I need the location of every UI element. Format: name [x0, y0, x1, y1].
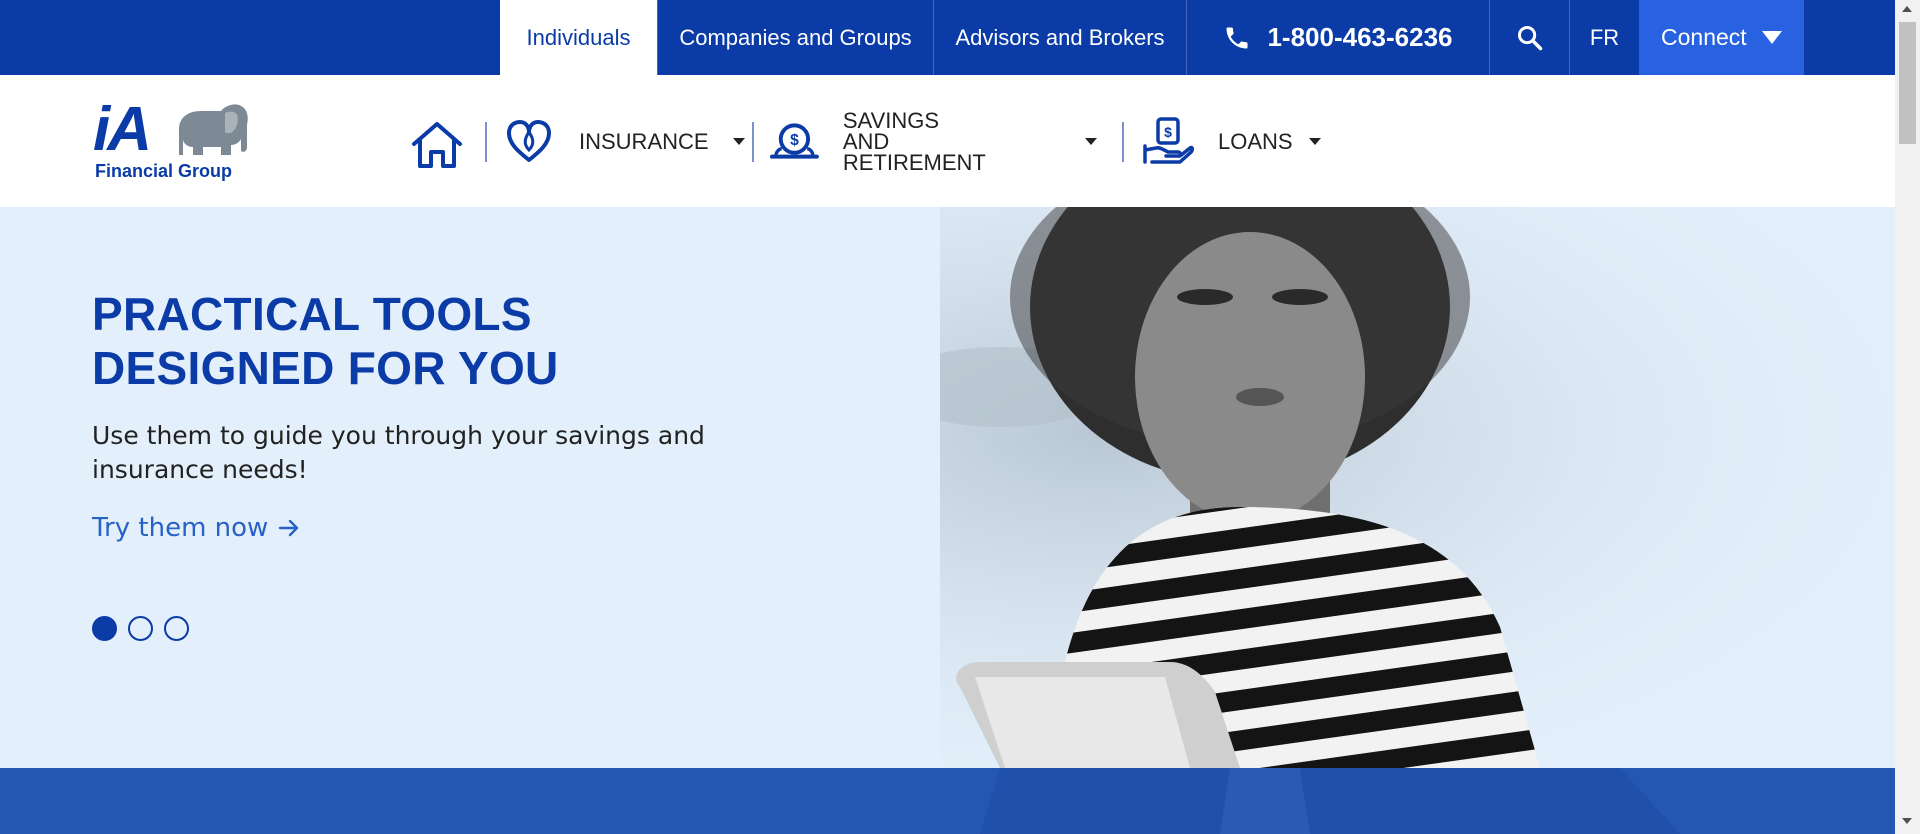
- nav-insurance-label: INSURANCE: [579, 128, 709, 154]
- nav-insurance[interactable]: INSURANCE: [505, 75, 745, 207]
- top-utility-bar: Individuals Companies and Groups Advisor…: [0, 0, 1895, 75]
- hand-money-icon: $: [1143, 117, 1194, 164]
- hero-subtitle: Use them to guide you through your savin…: [92, 421, 705, 484]
- phone-number: 1-800-463-6236: [1267, 22, 1453, 52]
- heart-icon: [507, 120, 551, 162]
- hero-link-label: Try them now: [92, 513, 269, 543]
- caret-down-icon: [1308, 137, 1321, 145]
- try-them-now-link[interactable]: Try them now: [92, 513, 300, 543]
- nav-savings-label: SAVINGS AND RETIREMENT: [842, 107, 987, 175]
- svg-text:$: $: [1164, 124, 1172, 140]
- hero-title: PRACTICAL TOOLS DESIGNED FOR YOU: [92, 287, 559, 395]
- nav-savings-label-line1: SAVINGS AND: [842, 107, 940, 154]
- scroll-down-arrow[interactable]: [1902, 818, 1912, 824]
- carousel-dot-1[interactable]: [92, 616, 117, 641]
- hero-photo: [940, 207, 1895, 768]
- nav-savings-label-line2: RETIREMENT: [842, 149, 986, 175]
- section-band: [0, 768, 1895, 834]
- home-icon: [412, 122, 462, 168]
- tab-companies-label: Companies and Groups: [679, 24, 912, 50]
- vertical-scrollbar[interactable]: [1895, 0, 1920, 834]
- search-button[interactable]: [1489, 0, 1569, 75]
- tab-companies-and-groups[interactable]: Companies and Groups: [657, 0, 933, 75]
- caret-down-icon: [1085, 137, 1097, 145]
- phone-icon: [1226, 27, 1248, 48]
- arrow-right-icon: [279, 519, 299, 537]
- language-label: FR: [1589, 24, 1620, 50]
- tab-advisors-label: Advisors and Brokers: [955, 24, 1165, 50]
- nav-divider: [752, 122, 754, 162]
- nav-savings-retirement[interactable]: $ SAVINGS AND RETIREMENT: [770, 75, 1097, 207]
- caret-down-icon: [732, 137, 745, 145]
- main-header: iA Financial Group INSURANCE $ SAVINGS A…: [0, 75, 1895, 207]
- tab-individuals-label: Individuals: [526, 24, 631, 50]
- tab-individuals[interactable]: Individuals: [500, 0, 657, 75]
- logo-mark: iA: [93, 95, 152, 164]
- phone-link[interactable]: 1-800-463-6236: [1186, 0, 1489, 75]
- elephant-icon: [179, 104, 248, 155]
- nav-loans-label: LOANS: [1218, 128, 1293, 154]
- scroll-up-arrow[interactable]: [1902, 6, 1912, 12]
- band-photo-overlay: [980, 768, 1680, 834]
- tab-advisors-and-brokers[interactable]: Advisors and Brokers: [933, 0, 1186, 75]
- language-toggle[interactable]: FR: [1569, 0, 1639, 75]
- search-icon: [1517, 25, 1542, 50]
- chevron-down-icon: [1762, 30, 1782, 44]
- ia-logo[interactable]: iA Financial Group: [93, 99, 253, 189]
- scroll-thumb[interactable]: [1899, 22, 1916, 144]
- svg-text:$: $: [790, 132, 799, 149]
- nav-loans[interactable]: $ LOANS: [1142, 75, 1321, 207]
- logo-text: Financial Group: [95, 161, 233, 181]
- nav-divider: [1122, 122, 1124, 162]
- connect-button[interactable]: Connect: [1639, 0, 1804, 75]
- hero-banner: PRACTICAL TOOLS DESIGNED FOR YOU Use the…: [0, 207, 1895, 768]
- hero-title-line1: PRACTICAL TOOLS: [92, 288, 532, 340]
- audience-nav: Individuals Companies and Groups Advisor…: [500, 0, 1804, 75]
- nav-divider: [485, 122, 487, 162]
- carousel-dots: [92, 616, 189, 641]
- money-bag-icon: $: [770, 123, 819, 159]
- carousel-dot-3[interactable]: [164, 616, 189, 641]
- hero-title-line2: DESIGNED FOR YOU: [92, 342, 559, 394]
- connect-label: Connect: [1661, 24, 1747, 50]
- home-link[interactable]: [410, 120, 464, 175]
- carousel-dot-2[interactable]: [128, 616, 153, 641]
